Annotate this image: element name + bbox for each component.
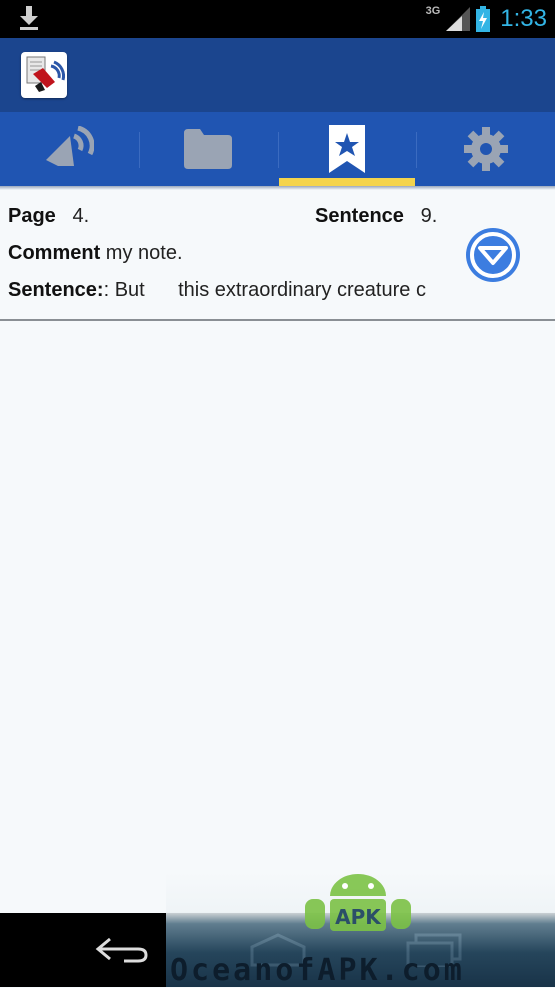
tab-bar: [0, 112, 555, 186]
back-icon: [95, 937, 148, 963]
clock: 1:33: [500, 5, 547, 32]
network-type-label: 3G: [425, 5, 441, 17]
comment-value: my note.: [105, 242, 183, 264]
download-icon: [20, 6, 38, 30]
folder-icon: [184, 129, 233, 169]
gear-icon: [463, 127, 508, 171]
tab-files[interactable]: [138, 112, 278, 186]
sentence-value: 9.: [420, 205, 438, 227]
collapse-down-icon[interactable]: [463, 225, 523, 285]
page-label: Page: [8, 205, 56, 227]
sentence-text-row[interactable]: Sentence:: But this extraordinary creatu…: [8, 279, 440, 302]
comment-label: Comment: [8, 242, 101, 264]
sentence-text-value: : But this extraordinary creature c: [103, 279, 426, 301]
signal-icon: [446, 7, 471, 31]
page-value: 4.: [72, 205, 90, 227]
sentence-number-row: Sentence 9.: [315, 205, 437, 228]
action-bar: [0, 38, 555, 112]
app-logo-icon[interactable]: [21, 52, 67, 98]
watermark-badge: APK: [335, 905, 382, 929]
sentence-label: Sentence: [315, 205, 404, 227]
android-robot-icon: APK: [305, 874, 411, 931]
tab-bookmarks[interactable]: [277, 112, 417, 186]
page-row: Page 4.: [8, 205, 89, 228]
comment-row: Comment my note.: [8, 242, 183, 265]
watermark-text: OceanofAPK.com: [170, 953, 465, 988]
tab-shadow: [0, 186, 555, 190]
status-bar: 3G 1:33: [0, 0, 555, 38]
sentence-text-label: Sentence:: [8, 279, 104, 301]
speaker-icon: [46, 126, 95, 166]
back-button[interactable]: [62, 913, 182, 987]
list-divider: [0, 319, 555, 321]
battery-charging-icon: [476, 6, 491, 32]
bookmark-star-icon: [328, 125, 365, 173]
tab-speak[interactable]: [0, 112, 139, 186]
tab-settings[interactable]: [416, 112, 555, 186]
